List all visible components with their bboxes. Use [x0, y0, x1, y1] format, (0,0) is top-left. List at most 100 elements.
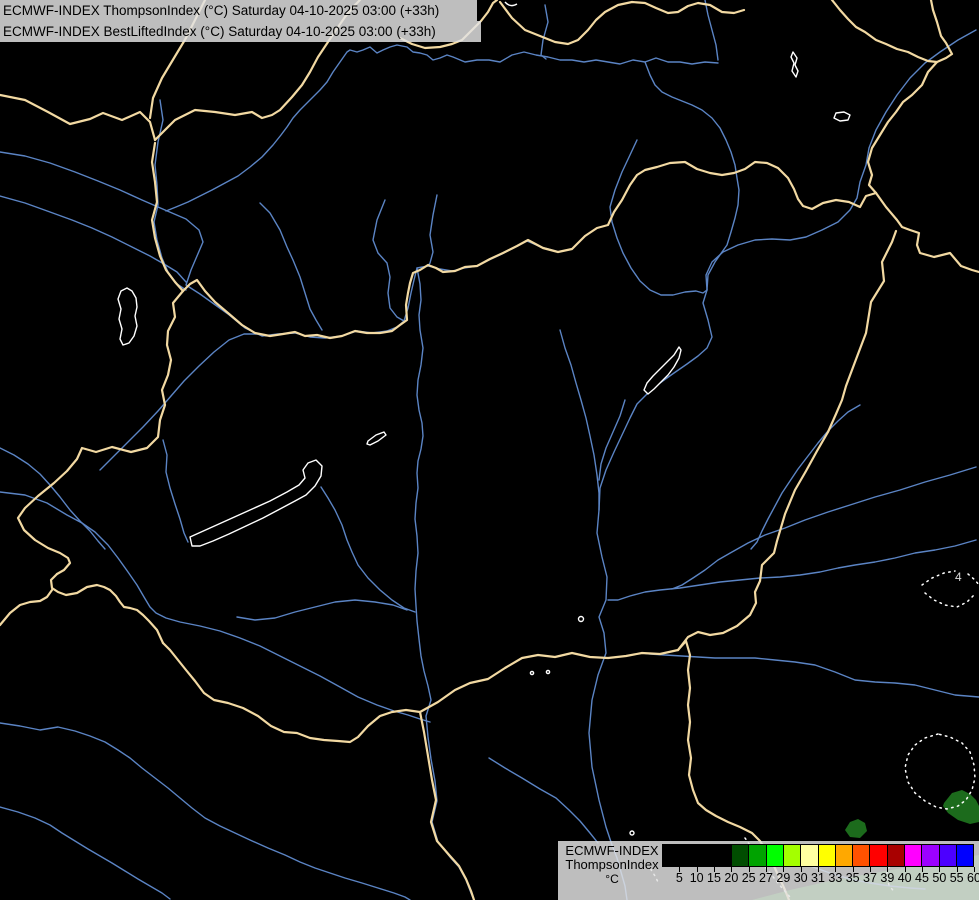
- lake-balaton: [189, 459, 323, 547]
- border-hu-rs: [418, 648, 680, 714]
- river-sajo: [609, 139, 708, 296]
- legend-tick-label: 55: [949, 871, 964, 885]
- legend-tick-label: 15: [707, 871, 721, 885]
- river-trib: [540, 4, 549, 60]
- border-hu-sk: [181, 160, 878, 340]
- river-bodrog: [644, 61, 740, 291]
- legend-swatch: [939, 844, 957, 867]
- lake-small: [577, 615, 585, 623]
- legend-swatch: [853, 844, 871, 867]
- river-nitra: [259, 202, 323, 331]
- legend-tick-label: 29: [776, 871, 791, 885]
- legend-swatch: [887, 844, 905, 867]
- border-at-hu: [16, 289, 185, 576]
- river-upper-tisza: [705, 29, 977, 291]
- lake-small: [529, 670, 535, 676]
- lake-small: [545, 669, 551, 675]
- legend-tick-label: 40: [897, 871, 912, 885]
- legend-panel: ECMWF-INDEX ThompsonIndex °C 5 10 15 20 25 27…: [558, 841, 979, 900]
- legend-swatch: [714, 844, 733, 867]
- legend-tick-label: 20: [724, 871, 739, 885]
- river-koros-1: [607, 539, 977, 601]
- legend-tick-label: 60: [967, 871, 979, 885]
- legend-swatch: [732, 844, 750, 867]
- river-hron: [427, 194, 438, 267]
- river-se: [488, 757, 599, 844]
- border-hu-hr: [161, 641, 422, 744]
- legend-tick-label: 33: [828, 871, 843, 885]
- river-koros-3: [750, 404, 861, 550]
- contour-4-upper: [921, 570, 979, 586]
- legend-tick-label: 39: [880, 871, 895, 885]
- green-area: [943, 790, 979, 824]
- legend-tick-label: 10: [689, 871, 704, 885]
- lake-small: [833, 111, 851, 122]
- river-kapos: [236, 599, 408, 621]
- legend-swatch: [783, 844, 802, 867]
- river-zagyva: [559, 329, 600, 511]
- legend-swatch: [818, 844, 836, 867]
- legend-tick-label: 30: [793, 871, 808, 885]
- legend-tick-label: 25: [741, 871, 756, 885]
- title-bar-thompson-index: ECMWF-INDEX ThompsonIndex (°C) Saturday …: [0, 0, 477, 21]
- river-ipoly: [416, 240, 557, 272]
- border-si-hr: [49, 572, 165, 645]
- legend-swatch: [662, 844, 681, 867]
- border-hu-ro: [676, 229, 898, 652]
- border-ua-ro: [874, 191, 979, 274]
- legend-label: ECMWF-INDEX ThompsonIndex °C: [562, 843, 662, 887]
- title-bar-best-lifted-index: ECMWF-INDEX BestLiftedIndex (°C) Saturda…: [0, 21, 481, 42]
- legend-swatch: [697, 844, 715, 867]
- lakes: [117, 1, 851, 836]
- legend-swatch: [956, 844, 975, 867]
- weather-map: [0, 0, 979, 900]
- border-si-w: [0, 588, 54, 627]
- river-tarna: [598, 399, 626, 481]
- river-una: [0, 806, 171, 900]
- river-zala: [162, 439, 189, 543]
- legend-title: ECMWF-INDEX: [565, 843, 659, 858]
- border-sk-ua: [866, 60, 939, 195]
- rivers: [0, 0, 979, 900]
- lake-tisza: [643, 346, 682, 395]
- border-ua-pl: [830, 0, 954, 64]
- legend-tick-label: 37: [863, 871, 877, 885]
- river-slovak-long: [165, 44, 719, 212]
- weather-map-screen: 4 ECMWF-INDEX ThompsonIndex (°C) Saturda…: [0, 0, 979, 900]
- border-at-sk: [150, 141, 185, 293]
- legend-swatch: [680, 844, 698, 867]
- legend-swatch: [922, 844, 940, 867]
- river-sava: [0, 722, 411, 900]
- country-borders: [0, 0, 979, 900]
- lake-small: [790, 51, 799, 78]
- lake-neusiedl: [117, 287, 138, 346]
- lake-small: [504, 1, 518, 7]
- legend-swatch: [904, 844, 923, 867]
- legend-tick-label: 50: [932, 871, 947, 885]
- river-mura: [0, 447, 106, 550]
- lake-velence: [366, 431, 387, 446]
- legend-tick-label: 35: [845, 871, 860, 885]
- river-vah: [372, 199, 405, 322]
- legend-tick-label: 45: [915, 871, 929, 885]
- river-maros: [641, 652, 979, 698]
- border-cz-at: [0, 93, 157, 142]
- green-area: [845, 819, 867, 838]
- river-leitha: [0, 195, 187, 283]
- legend-tick-label: 27: [759, 871, 773, 885]
- contour-4-lower: [924, 592, 976, 608]
- legend-swatch: [766, 844, 784, 867]
- legend-swatch: [749, 844, 767, 867]
- legend-colorbar: [662, 844, 975, 867]
- legend-subtitle: ThompsonIndex: [565, 857, 659, 872]
- legend-swatch: [835, 844, 854, 867]
- legend-swatch: [870, 844, 888, 867]
- lake-small: [629, 830, 635, 836]
- legend-tick-row: 5 10 15 20 25 27 29 30 31 33 35 37 39 40 45 50 55 60: [662, 867, 979, 897]
- legend-tick-label: 5: [675, 871, 683, 885]
- river-sio: [320, 486, 416, 613]
- legend-swatch: [801, 844, 819, 867]
- legend-unit: °C: [605, 872, 619, 886]
- legend-tick-label: 31: [811, 871, 825, 885]
- contour-value-label: 4: [955, 570, 962, 584]
